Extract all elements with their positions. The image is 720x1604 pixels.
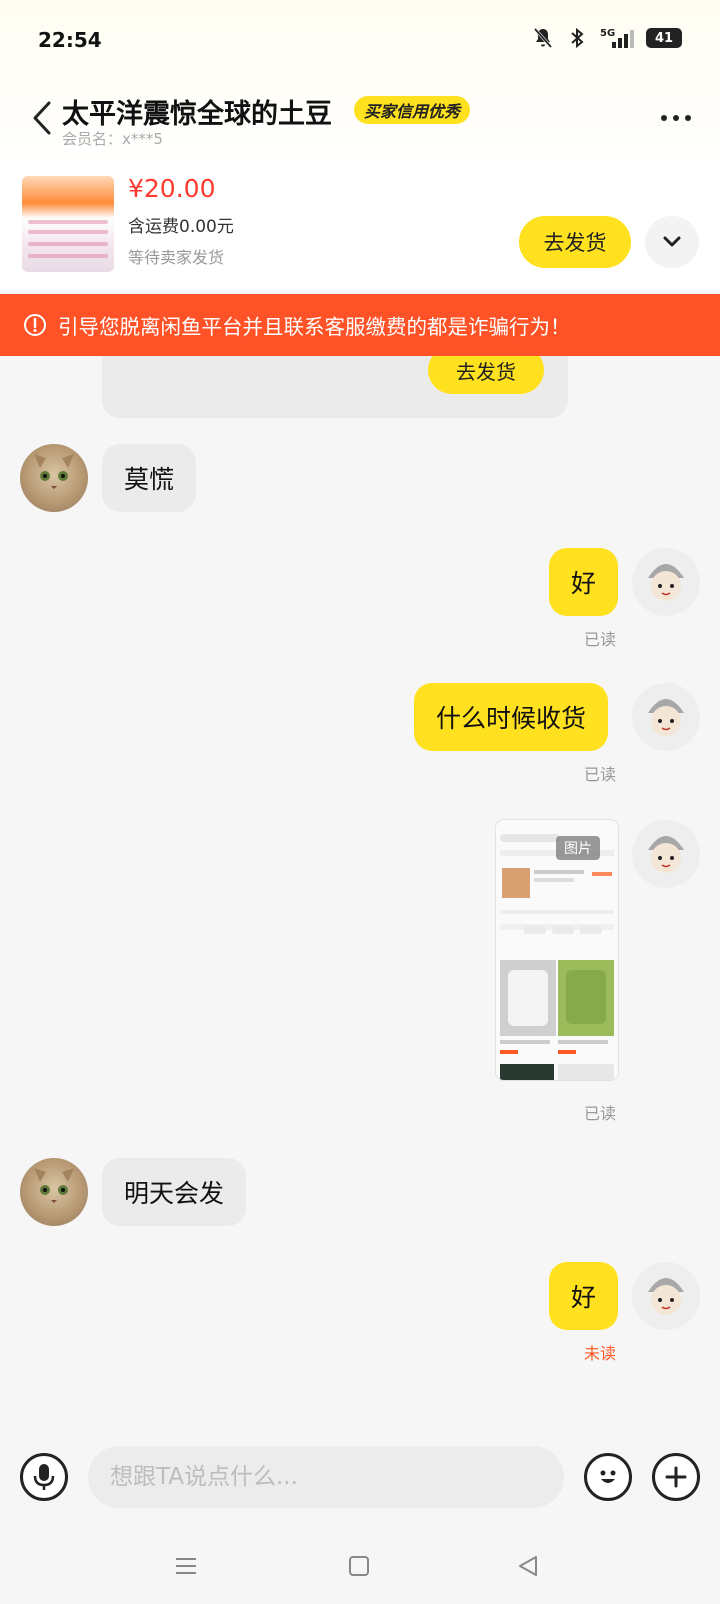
battery-indicator: 41 bbox=[646, 28, 682, 48]
message-bubble[interactable]: 好 bbox=[549, 548, 619, 616]
status-bar: 22:54 5G 41 bbox=[0, 0, 720, 80]
message-bubble[interactable]: 明天会发 bbox=[102, 1158, 247, 1226]
back-nav-button[interactable] bbox=[510, 1548, 546, 1584]
input-bar bbox=[0, 1440, 720, 1520]
message-text: 好 bbox=[571, 569, 597, 598]
read-status: 已读 bbox=[584, 630, 617, 649]
ship-button[interactable]: 去发货 bbox=[519, 216, 631, 268]
plus-button[interactable] bbox=[652, 1453, 700, 1501]
more-button[interactable] bbox=[656, 104, 696, 132]
my-avatar[interactable] bbox=[632, 820, 700, 888]
back-button[interactable] bbox=[24, 98, 60, 138]
message-text: 什么时候收货 bbox=[436, 704, 587, 733]
status-icons: 5G 41 bbox=[532, 26, 682, 50]
message-bubble[interactable]: 什么时候收货 bbox=[414, 683, 609, 751]
menu-icon bbox=[176, 1558, 196, 1574]
chevron-down-icon bbox=[663, 236, 681, 247]
seller-avatar[interactable] bbox=[20, 1158, 88, 1226]
product-thumbnail[interactable] bbox=[22, 176, 114, 272]
back-icon bbox=[33, 101, 51, 135]
member-name: 会员名：x***5 bbox=[62, 130, 163, 148]
status-time: 22:54 bbox=[38, 28, 102, 52]
chat-title[interactable]: 太平洋震惊全球的土豆 bbox=[62, 92, 332, 131]
read-status: 已读 bbox=[584, 1104, 617, 1123]
message-input[interactable] bbox=[88, 1446, 564, 1508]
message-bubble[interactable]: 好 bbox=[549, 1262, 619, 1330]
emoji-button[interactable] bbox=[584, 1453, 632, 1501]
fraud-warning-banner: 引导您脱离闲鱼平台并且联系客服缴费的都是诈骗行为！ bbox=[0, 294, 720, 356]
warning-text: 引导您脱离闲鱼平台并且联系客服缴费的都是诈骗行为！ bbox=[58, 315, 571, 339]
mute-icon bbox=[532, 26, 554, 50]
order-status: 等待卖家发货 bbox=[128, 248, 225, 267]
home-icon bbox=[349, 1556, 369, 1576]
system-nav-bar bbox=[0, 1536, 720, 1596]
my-avatar[interactable] bbox=[632, 548, 700, 616]
home-nav-button[interactable] bbox=[341, 1548, 377, 1584]
product-price: ¥20.00 bbox=[128, 174, 216, 203]
message-text: 莫慌 bbox=[124, 465, 175, 494]
message-bubble[interactable]: 莫慌 bbox=[102, 444, 197, 512]
my-avatar[interactable] bbox=[632, 683, 700, 751]
image-tag: 图片 bbox=[556, 836, 600, 860]
chat-header: 太平洋震惊全球的土豆 买家信用优秀 会员名：x***5 bbox=[0, 86, 720, 156]
plus-icon bbox=[665, 1466, 687, 1488]
my-avatar[interactable] bbox=[632, 1262, 700, 1330]
emoji-icon bbox=[600, 1470, 616, 1483]
credit-badge: 买家信用优秀 bbox=[354, 96, 471, 124]
more-icon bbox=[661, 115, 667, 121]
back-nav-icon bbox=[519, 1556, 537, 1576]
product-card[interactable]: ¥20.00 含运费0.00元 等待卖家发货 去发货 bbox=[0, 170, 720, 280]
read-status: 已读 bbox=[584, 765, 617, 784]
bluetooth-icon bbox=[566, 26, 588, 50]
message-text: 明天会发 bbox=[124, 1179, 225, 1208]
shipping-fee: 含运费0.00元 bbox=[128, 217, 234, 237]
svg-text:5G: 5G bbox=[600, 28, 615, 39]
message-text: 好 bbox=[571, 1283, 597, 1312]
seller-avatar[interactable] bbox=[20, 444, 88, 512]
voice-button[interactable] bbox=[20, 1453, 68, 1501]
menu-nav-button[interactable] bbox=[168, 1548, 204, 1584]
unread-status: 未读 bbox=[584, 1344, 617, 1363]
expand-button[interactable] bbox=[645, 216, 699, 268]
signal-icon: 5G bbox=[600, 26, 634, 50]
warning-icon bbox=[22, 312, 48, 338]
microphone-icon bbox=[33, 1464, 55, 1490]
